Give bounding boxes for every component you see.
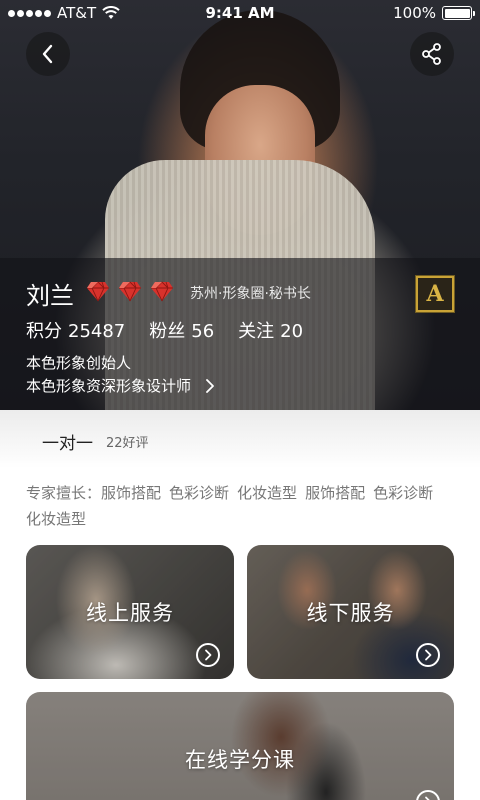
status-bar: AT&T 9:41 AM 100% (0, 0, 480, 26)
profile-hero (0, 0, 480, 410)
share-icon (422, 43, 441, 65)
gem-icon (119, 281, 141, 302)
gem-level (86, 280, 174, 302)
profile-name: 刘兰 (26, 282, 74, 310)
level-badge-icon[interactable]: A (415, 275, 455, 313)
stat-label: 关注 (238, 321, 275, 342)
arrow-right-icon (416, 643, 440, 667)
expertise-item: 色彩诊断 (169, 484, 230, 502)
gem-icon (151, 281, 173, 302)
stat-label: 粉丝 (149, 321, 186, 342)
profile-title-link[interactable]: 本色形象资深形象设计师 (26, 375, 215, 396)
review-count: 22好评 (106, 436, 149, 451)
chevron-left-icon (42, 44, 53, 64)
stat-value: 25487 (68, 321, 126, 342)
back-button[interactable] (26, 32, 70, 76)
expertise-list: 专家擅长：服饰搭配 色彩诊断 化妆造型 服饰搭配 色彩诊断化妆造型 (26, 480, 456, 532)
card-title: 在线学分课 (185, 748, 295, 772)
offline-service-card[interactable]: 线下服务 (247, 545, 454, 679)
battery-label: 100% (393, 4, 436, 22)
share-button[interactable] (410, 32, 454, 76)
online-course-card[interactable]: 在线学分课 (26, 692, 454, 800)
tab-one-on-one[interactable]: 一对一 (42, 429, 93, 454)
status-right: 100% (393, 4, 475, 22)
stat-value: 56 (191, 321, 215, 342)
expertise-item: 服饰搭配 (305, 484, 366, 502)
profile-tag: 苏州·形象圈·秘书长 (190, 286, 311, 302)
stat-following[interactable]: 关注 20 (238, 317, 303, 343)
arrow-right-icon (196, 643, 220, 667)
expertise-item: 化妆造型 (237, 484, 298, 502)
chevron-right-icon (206, 378, 214, 393)
card-title: 线上服务 (86, 601, 174, 625)
stat-label: 积分 (26, 321, 62, 342)
expertise-item: 色彩诊断 (373, 484, 434, 502)
profile-title-2: 本色形象资深形象设计师 (26, 377, 192, 395)
battery-icon (442, 6, 475, 20)
stat-value: 20 (280, 321, 304, 342)
stat-followers[interactable]: 粉丝 56 (149, 317, 214, 343)
card-title: 线下服务 (306, 601, 395, 625)
expertise-item: 服饰搭配 (101, 484, 162, 502)
gem-icon (87, 281, 109, 302)
profile-title-1: 本色形象创始人 (26, 354, 132, 372)
online-service-card[interactable]: 线上服务 (26, 545, 234, 679)
expertise-label: 专家擅长： (26, 484, 102, 502)
stat-points[interactable]: 积分 25487 (26, 317, 125, 343)
profile-stats: 积分 25487 粉丝 56 关注 20 (26, 317, 303, 343)
expertise-item: 化妆造型 (26, 510, 87, 528)
